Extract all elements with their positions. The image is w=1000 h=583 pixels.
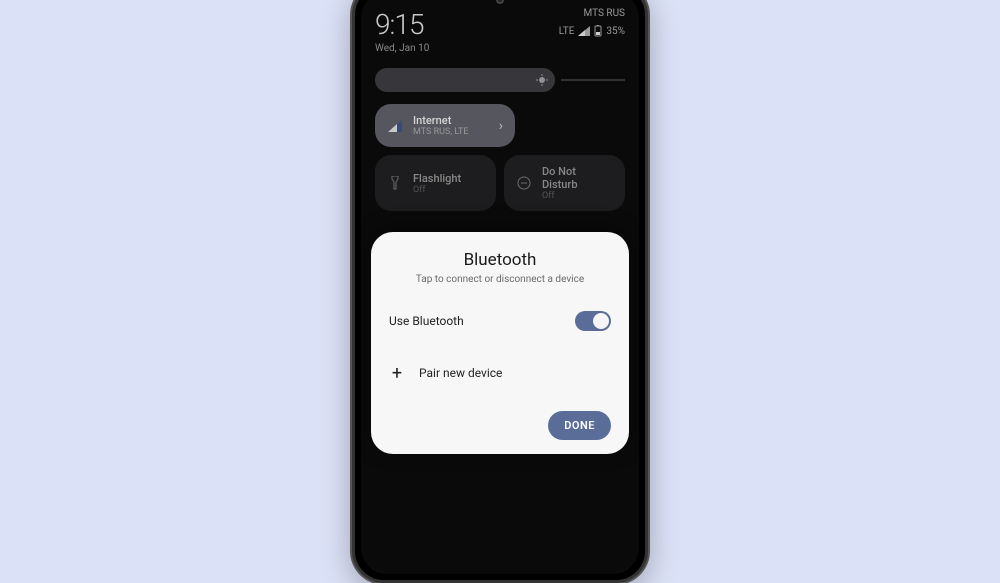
tile-title: Internet: [413, 114, 489, 127]
brightness-icon: [535, 73, 549, 87]
bluetooth-toggle[interactable]: [575, 311, 611, 331]
plus-icon: +: [389, 365, 405, 381]
use-bluetooth-label: Use Bluetooth: [389, 314, 464, 328]
flashlight-icon: [387, 175, 403, 191]
sheet-title: Bluetooth: [389, 250, 611, 270]
toggle-knob: [593, 313, 609, 329]
status-bar: 9:15 Wed, Jan 10 MTS RUS LTE 35%: [361, 0, 639, 58]
quick-tiles: Internet MTS RUS, LTE › Flashlight Off: [361, 98, 639, 217]
brightness-row: [361, 58, 639, 98]
tile-dnd[interactable]: Do Not Disturb Off: [504, 155, 625, 211]
battery-icon: [594, 25, 602, 37]
status-icons: LTE 35%: [559, 25, 625, 37]
brightness-track: [561, 79, 625, 81]
signal-icon: [387, 118, 403, 134]
dnd-icon: [516, 175, 532, 191]
pair-new-device-row[interactable]: + Pair new device: [389, 365, 611, 381]
done-button[interactable]: DONE: [548, 411, 611, 440]
screen: 9:15 Wed, Jan 10 MTS RUS LTE 35%: [361, 0, 639, 574]
tile-subtitle: Off: [542, 191, 613, 201]
tile-internet[interactable]: Internet MTS RUS, LTE ›: [375, 104, 515, 147]
sheet-subtitle: Tap to connect or disconnect a device: [389, 274, 611, 285]
tile-title: Do Not Disturb: [542, 165, 613, 191]
clock-block: 9:15 Wed, Jan 10: [375, 8, 429, 54]
date: Wed, Jan 10: [375, 43, 429, 54]
battery-label: 35%: [606, 26, 625, 37]
phone-frame: 9:15 Wed, Jan 10 MTS RUS LTE 35%: [352, 0, 648, 583]
tile-subtitle: Off: [413, 185, 484, 195]
brightness-slider[interactable]: [375, 68, 555, 92]
tile-flashlight[interactable]: Flashlight Off: [375, 155, 496, 211]
bluetooth-sheet: Bluetooth Tap to connect or disconnect a…: [371, 232, 629, 454]
status-right: MTS RUS LTE 35%: [559, 8, 625, 54]
chevron-right-icon: ›: [499, 118, 503, 134]
carrier-label: MTS RUS: [584, 8, 625, 19]
pair-label: Pair new device: [419, 366, 502, 380]
network-label: LTE: [559, 26, 575, 37]
use-bluetooth-row[interactable]: Use Bluetooth: [389, 311, 611, 331]
signal-icon: [578, 26, 590, 36]
clock: 9:15: [375, 8, 429, 41]
tile-title: Flashlight: [413, 172, 484, 185]
tile-subtitle: MTS RUS, LTE: [413, 127, 489, 137]
